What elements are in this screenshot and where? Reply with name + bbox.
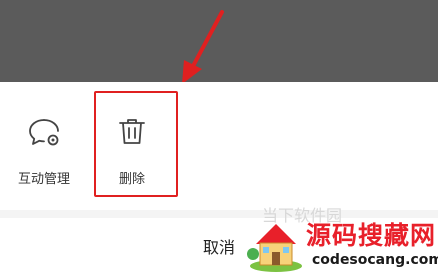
watermark-logo: 源码搜藏网 codesocang.com — [246, 214, 438, 274]
house-logo-icon — [247, 224, 302, 272]
highlight-box — [94, 91, 178, 197]
arrow-annotation-icon — [182, 10, 224, 84]
watermark-url: codesocang.com — [312, 252, 438, 268]
chat-settings-icon — [29, 119, 59, 146]
interact-manage-label: 互动管理 — [17, 172, 70, 187]
watermark-title: 源码搜藏网 — [306, 221, 437, 250]
cancel-label: 取消 — [202, 238, 235, 257]
interact-manage-button[interactable]: 互动管理 — [12, 110, 76, 190]
